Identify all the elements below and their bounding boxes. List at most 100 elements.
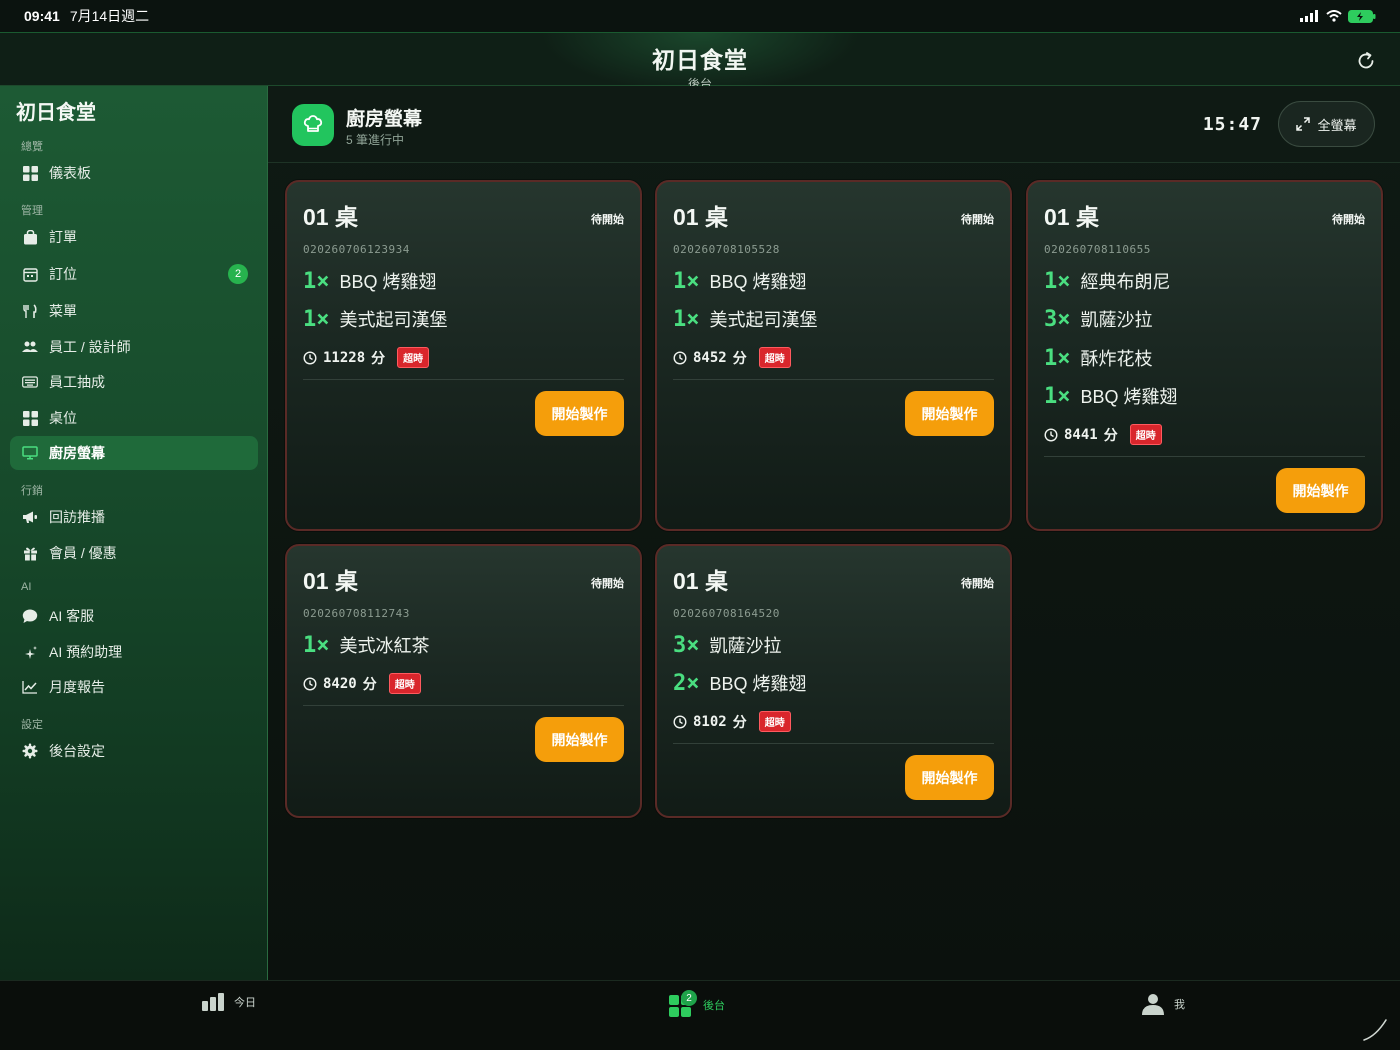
table-number: 01 桌 — [673, 568, 728, 594]
order-item: 3× 凱薩沙拉 — [1044, 304, 1153, 334]
divider — [673, 743, 994, 744]
order-number: 020260708105528 — [673, 243, 780, 256]
clock-icon — [303, 676, 317, 691]
item-name: BBQ 烤雞翅 — [1080, 387, 1178, 407]
status-badge: 待開始 — [961, 578, 994, 590]
table-number: 01 桌 — [303, 568, 358, 594]
person-icon — [1142, 994, 1164, 1015]
clock-icon — [303, 350, 317, 365]
status-badge: 待開始 — [591, 214, 624, 226]
start-cooking-button[interactable]: 開始製作 — [905, 755, 994, 800]
clock-icon — [673, 350, 687, 365]
sidebar-item-staff[interactable]: 員工 / 設計師 — [10, 330, 258, 364]
page-title: 廚房螢幕 — [346, 109, 423, 130]
tab-today[interactable]: 今日 — [202, 993, 256, 1011]
sidebar-item-settings[interactable]: 後台設定 — [10, 734, 258, 768]
sidebar-item-ai-booking-assistant[interactable]: AI 預約助理 — [10, 635, 258, 669]
order-number: 020260708164520 — [673, 607, 780, 620]
sidebar-item-orders[interactable]: 訂單 — [10, 220, 258, 254]
wifi-icon — [1326, 10, 1342, 22]
chef-hat-icon — [292, 104, 334, 146]
grid-icon — [22, 410, 38, 426]
utensils-icon — [22, 303, 38, 319]
sidebar-item-monthly-report[interactable]: 月度報告 — [10, 670, 258, 704]
divider — [1044, 456, 1365, 457]
start-cooking-button[interactable]: 開始製作 — [905, 391, 994, 436]
order-item: 1× 酥炸花枝 — [1044, 343, 1153, 373]
sidebar-item-members[interactable]: 會員 / 優惠 — [10, 536, 258, 570]
sidebar-item-kitchen-display[interactable]: 廚房螢幕 — [10, 436, 258, 470]
start-cooking-button[interactable]: 開始製作 — [1276, 468, 1365, 513]
elapsed-time: 8441 分 超時 — [1044, 424, 1162, 445]
elapsed-time: 8420 分 超時 — [303, 673, 421, 694]
sidebar-item-menu[interactable]: 菜單 — [10, 294, 258, 328]
minutes-unit: 分 — [371, 349, 386, 366]
start-cooking-button[interactable]: 開始製作 — [535, 717, 624, 762]
order-item: 1× BBQ 烤雞翅 — [673, 266, 807, 296]
item-quantity: 1× — [673, 306, 700, 332]
sidebar-item-label: 桌位 — [49, 410, 77, 426]
item-name: 凱薩沙拉 — [709, 636, 782, 656]
item-name: BBQ 烤雞翅 — [339, 272, 437, 292]
section-label-settings: 設定 — [21, 719, 43, 731]
order-item: 1× 美式起司漢堡 — [303, 304, 448, 334]
sidebar-item-reservations[interactable]: 訂位 2 — [10, 257, 258, 291]
table-number: 01 桌 — [673, 204, 728, 230]
table-number: 01 桌 — [1044, 204, 1099, 230]
elapsed-minutes: 8102 — [693, 713, 727, 730]
order-card: 01 桌 待開始 020260708105528 1× BBQ 烤雞翅 1× 美式起… — [655, 180, 1012, 531]
app-header: 初日食堂 後台 — [0, 32, 1400, 93]
reservations-count-badge: 2 — [228, 264, 248, 284]
refresh-icon[interactable] — [1354, 49, 1378, 73]
item-name: 美式起司漢堡 — [709, 310, 818, 330]
clock-icon — [1044, 427, 1058, 442]
order-item: 1× BBQ 烤雞翅 — [303, 266, 437, 296]
order-card: 01 桌 待開始 020260708110655 1× 經典布朗尼 3× 凱薩沙拉 … — [1026, 180, 1383, 531]
order-card: 01 桌 待開始 020260708112743 1× 美式冰紅茶 8420 分 … — [285, 544, 642, 818]
status-bar: 09:41 7月14日週二 — [0, 0, 1400, 32]
item-quantity: 1× — [1044, 268, 1071, 294]
item-quantity: 3× — [1044, 306, 1071, 332]
item-name: BBQ 烤雞翅 — [709, 674, 807, 694]
sidebar-item-label: 訂單 — [49, 229, 77, 245]
status-date: 7月14日週二 — [69, 8, 150, 24]
item-quantity: 1× — [1044, 383, 1071, 409]
order-card: 01 桌 待開始 020260706123934 1× BBQ 烤雞翅 1× 美式起… — [285, 180, 642, 531]
overdue-badge: 超時 — [1129, 424, 1162, 445]
sidebar: 初日食堂 總覽 儀表板 管理 訂單 訂位 2 菜單 員工 / 設計師 員工抽成 … — [0, 86, 268, 980]
order-number: 020260708110655 — [1044, 243, 1151, 256]
start-cooking-button[interactable]: 開始製作 — [535, 391, 624, 436]
tab-me[interactable]: 我 — [1142, 993, 1185, 1015]
order-item: 1× BBQ 烤雞翅 — [1044, 381, 1178, 411]
kitchen-display-main: 廚房螢幕 5 筆進行中 15:47 全螢幕 01 桌 待開始 020260706… — [268, 86, 1400, 980]
admin-badge: 2 — [681, 990, 697, 1006]
gear-icon — [22, 743, 38, 759]
elapsed-minutes: 8441 — [1064, 426, 1098, 443]
sidebar-item-label: 月度報告 — [49, 679, 105, 695]
active-orders-count: 5 筆進行中 — [346, 133, 405, 147]
order-item: 3× 凱薩沙拉 — [673, 630, 782, 660]
kitchen-clock: 15:47 — [1202, 114, 1262, 135]
minutes-unit: 分 — [362, 675, 377, 692]
section-label-overview: 總覽 — [21, 141, 43, 153]
keyboard-icon — [22, 374, 38, 390]
tab-admin[interactable]: 2 後台 — [669, 990, 725, 1017]
divider — [673, 379, 994, 380]
section-label-ai: AI — [21, 581, 32, 593]
sidebar-item-label: 儀表板 — [49, 165, 91, 181]
table-number: 01 桌 — [303, 204, 358, 230]
sidebar-item-ai-support[interactable]: AI 客服 — [10, 599, 258, 633]
sidebar-item-dashboard[interactable]: 儀表板 — [10, 156, 258, 190]
sidebar-item-label: 訂位 — [49, 266, 77, 282]
corner-indicator-icon — [1363, 1019, 1387, 1041]
sidebar-item-revisit-push[interactable]: 回訪推播 — [10, 500, 258, 534]
sidebar-item-tables[interactable]: 桌位 — [10, 401, 258, 435]
sidebar-item-label: 會員 / 優惠 — [49, 545, 117, 561]
elapsed-time: 8452 分 超時 — [673, 347, 791, 368]
minutes-unit: 分 — [1103, 426, 1118, 443]
fullscreen-button[interactable]: 全螢幕 — [1278, 101, 1375, 147]
sidebar-item-commission[interactable]: 員工抽成 — [10, 365, 258, 399]
overdue-badge: 超時 — [758, 347, 791, 368]
order-item: 1× 美式冰紅茶 — [303, 630, 430, 660]
item-quantity: 3× — [673, 632, 700, 658]
